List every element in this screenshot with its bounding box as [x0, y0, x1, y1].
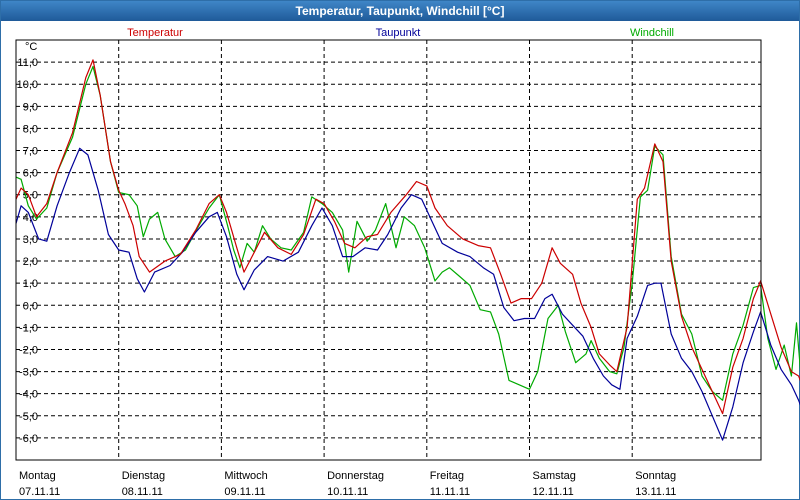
plot-area-border [15, 39, 762, 461]
x-tick-day: Dienstag [122, 470, 165, 482]
y-tick-label: 8,0 [23, 123, 38, 135]
x-tick-date: 13.11.11 [635, 486, 676, 498]
y-tick-label: 9,0 [23, 101, 38, 113]
y-tick-label: 11,0 [17, 57, 38, 69]
y-tick-label: -4,0 [19, 389, 38, 401]
y-tick-label: -3,0 [19, 367, 38, 379]
x-tick-date: 12.11.11 [533, 486, 574, 498]
grid-lines [16, 40, 761, 460]
series-line-windchill [15, 65, 800, 401]
y-tick-labels: 11,010,09,08,07,06,05,04,03,02,01,00,0-1… [17, 57, 38, 445]
legend-entry: Temperatur [127, 27, 183, 39]
x-tick-day: Samstag [533, 470, 576, 482]
y-tick-label: 10,0 [17, 79, 38, 91]
x-tick-day: Freitag [430, 470, 464, 482]
line-chart: 11,010,09,08,07,06,05,04,03,02,01,00,0-1… [15, 27, 800, 498]
x-tick-day: Montag [19, 470, 56, 482]
y-tick-label: 7,0 [23, 146, 38, 158]
legend-entry: Windchill [630, 27, 674, 39]
y-tick-label: 6,0 [23, 168, 38, 180]
y-tick-label: -6,0 [19, 433, 38, 445]
x-tick-date: 09.11.11 [224, 486, 265, 498]
x-tick-day: Sonntag [635, 470, 676, 482]
x-tick-date: 10.11.11 [327, 486, 368, 498]
legend: Temperatur Taupunkt Windchill [127, 27, 674, 39]
legend-entry: Taupunkt [376, 27, 421, 39]
series-lines [15, 59, 800, 441]
y-tick-label: 2,0 [23, 256, 38, 268]
y-tick-label: 1,0 [23, 278, 38, 290]
y-tick-label: -1,0 [19, 322, 38, 334]
y-tick-label: -2,0 [19, 344, 38, 356]
x-tick-date: 08.11.11 [122, 486, 163, 498]
y-axis-unit: °C [25, 41, 37, 53]
x-tick-day: Donnerstag [327, 470, 384, 482]
y-tick-label: -5,0 [19, 411, 38, 423]
y-tick-label: 3,0 [23, 234, 38, 246]
series-line-temperatur [15, 59, 800, 415]
y-tick-label: 0,0 [23, 300, 38, 312]
x-tick-date: 11.11.11 [430, 486, 470, 498]
x-tick-day: Mittwoch [224, 470, 267, 482]
x-tick-labels: Montag 07.11.11 Dienstag 08.11.11 Mittwoch 09… [19, 470, 676, 498]
x-tick-date: 07.11.11 [19, 486, 60, 498]
